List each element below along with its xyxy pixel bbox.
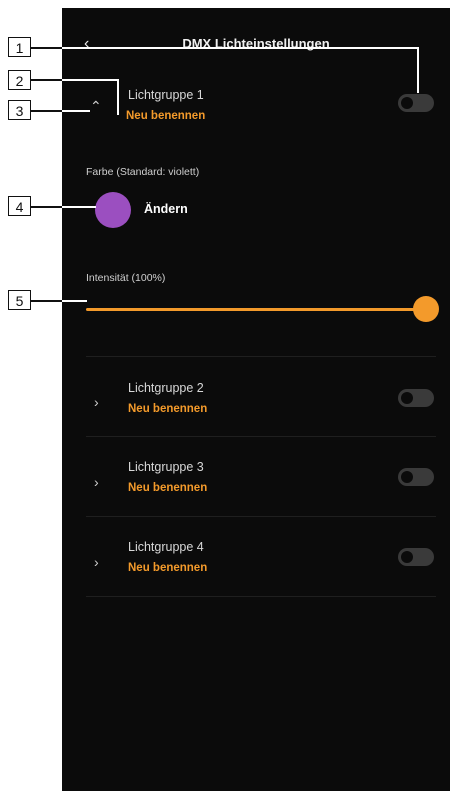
callout-1-line (31, 47, 62, 49)
group-toggle[interactable] (398, 548, 434, 566)
light-group-2[interactable]: › Lichtgruppe 2 Neu benennen (62, 358, 450, 436)
callout-1: 1 (8, 37, 31, 57)
callout-3: 3 (8, 100, 31, 120)
divider (86, 516, 436, 517)
header-bar: ‹ DMX Lichteinstellungen (62, 30, 450, 60)
callout-5: 5 (8, 290, 31, 310)
phone-screen: ‹ DMX Lichteinstellungen ⌃ Lichtgruppe 1… (62, 8, 450, 791)
light-group-3[interactable]: › Lichtgruppe 3 Neu benennen (62, 438, 450, 516)
change-color-button[interactable]: Ändern (144, 202, 188, 216)
group-toggle[interactable] (398, 94, 434, 112)
light-group-4[interactable]: › Lichtgruppe 4 Neu benennen (62, 518, 450, 596)
divider (86, 596, 436, 597)
color-label: Farbe (Standard: violett) (86, 166, 200, 178)
group-name: Lichtgruppe 1 (128, 88, 204, 102)
callout-5-line (31, 300, 62, 302)
rename-link[interactable]: Neu benennen (128, 482, 207, 494)
group-name: Lichtgruppe 4 (128, 540, 204, 554)
divider (86, 436, 436, 437)
divider (86, 356, 436, 357)
callout-2: 2 (8, 70, 31, 90)
callout-2-line (31, 79, 62, 81)
chevron-right-icon[interactable]: › (94, 554, 110, 570)
chevron-right-icon[interactable]: › (94, 394, 110, 410)
group-toggle[interactable] (398, 389, 434, 407)
group-name: Lichtgruppe 3 (128, 460, 204, 474)
rename-link[interactable]: Neu benennen (128, 562, 207, 574)
group-name: Lichtgruppe 2 (128, 381, 204, 395)
light-group-1: ⌃ Lichtgruppe 1 Neu benennen Farbe (Stan… (62, 86, 450, 351)
callout-4-line (31, 206, 62, 208)
intensity-slider-track[interactable] (86, 308, 426, 311)
callout-1-line (62, 47, 418, 49)
callout-2-line (117, 79, 119, 115)
callout-1-line (417, 47, 419, 93)
callout-3-line (31, 110, 62, 112)
color-swatch[interactable] (95, 192, 131, 228)
group-toggle[interactable] (398, 468, 434, 486)
callout-2-line (62, 79, 118, 81)
intensity-slider-thumb[interactable] (413, 296, 439, 322)
chevron-right-icon[interactable]: › (94, 474, 110, 490)
callout-3-line (62, 110, 90, 112)
rename-link[interactable]: Neu benennen (128, 403, 207, 415)
rename-link[interactable]: Neu benennen (126, 110, 205, 122)
callout-5-line (62, 300, 87, 302)
callout-4-line (62, 206, 96, 208)
intensity-label: Intensität (100%) (86, 272, 166, 284)
chevron-up-icon[interactable]: ⌃ (90, 98, 106, 114)
callout-4: 4 (8, 196, 31, 216)
